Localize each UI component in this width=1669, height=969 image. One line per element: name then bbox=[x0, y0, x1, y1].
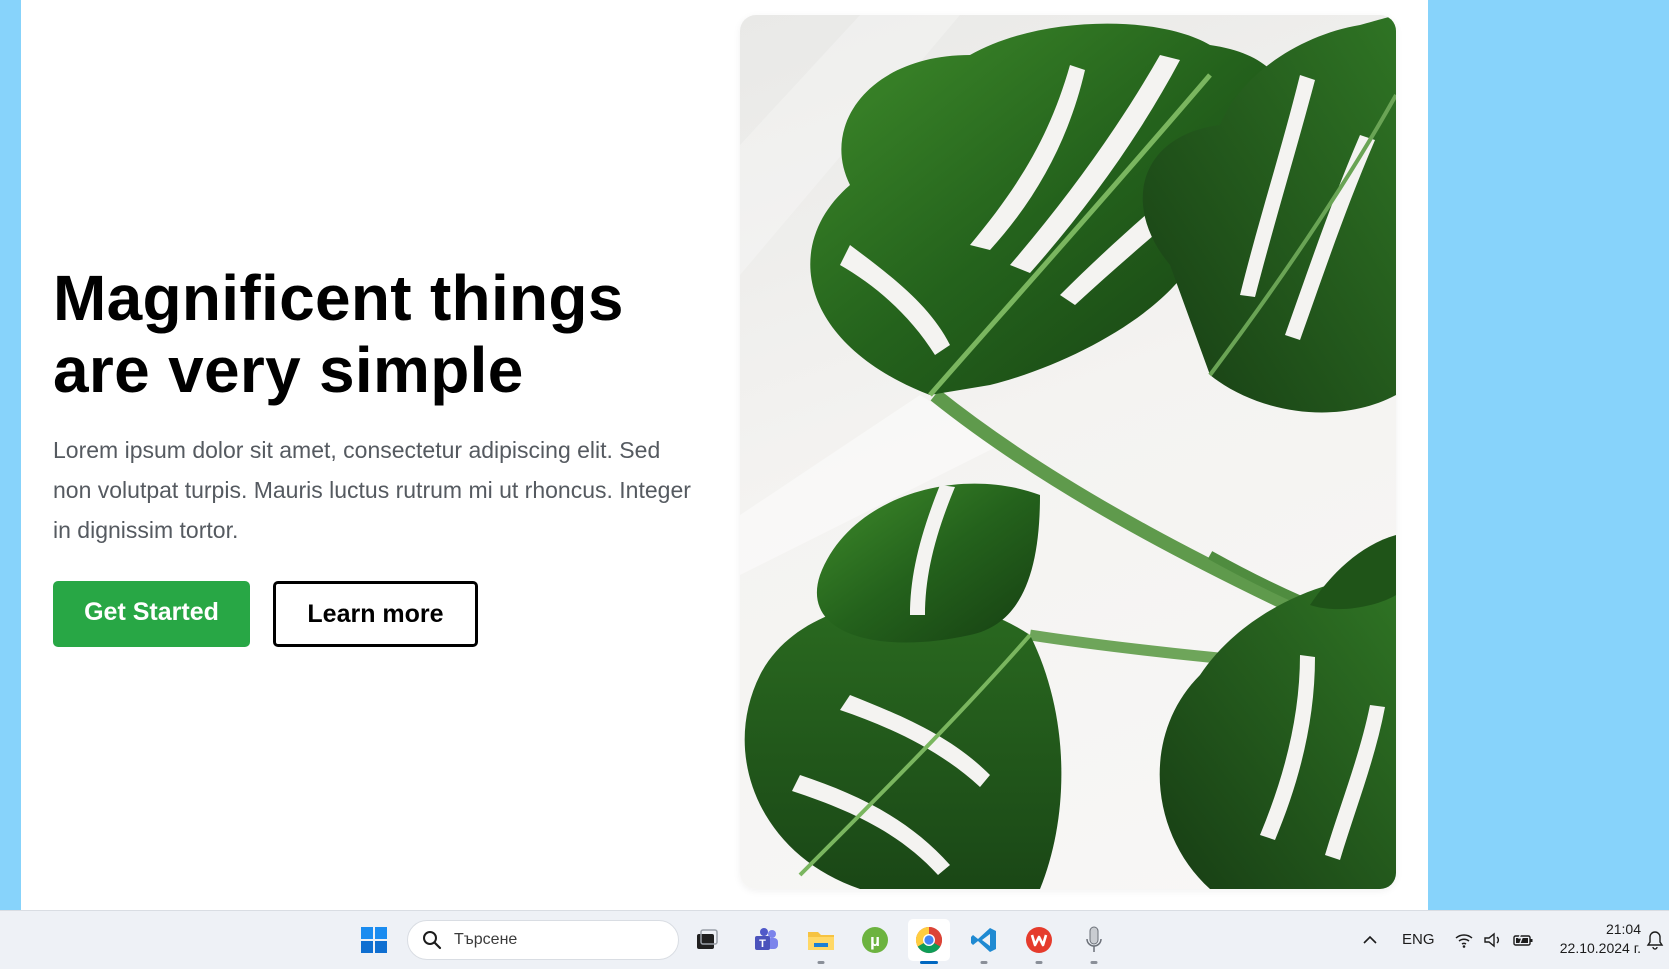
wifi-icon[interactable] bbox=[1453, 929, 1475, 951]
microphone-icon bbox=[1086, 926, 1102, 952]
wps-button[interactable] bbox=[1018, 919, 1060, 964]
vscode-button[interactable] bbox=[963, 919, 1005, 964]
running-indicator bbox=[817, 961, 825, 964]
file-explorer-button[interactable] bbox=[800, 919, 842, 964]
start-button[interactable] bbox=[353, 919, 395, 961]
language-indicator[interactable]: ENG bbox=[1402, 931, 1435, 948]
running-indicator bbox=[980, 961, 988, 964]
hero-title-line-2: are very simple bbox=[53, 334, 524, 406]
running-indicator bbox=[1035, 961, 1043, 964]
clock-date: 22.10.2024 г. bbox=[1559, 940, 1641, 956]
monstera-leaves-illustration bbox=[740, 15, 1396, 889]
svg-text:µ: µ bbox=[870, 931, 880, 950]
wps-icon bbox=[1026, 927, 1052, 953]
windows-taskbar: Търсене T µ ENG 21:04 22.10.2024 г. bbox=[0, 910, 1669, 969]
taskbar-search[interactable]: Търсене bbox=[407, 920, 679, 960]
notification-bell-icon[interactable] bbox=[1644, 929, 1666, 951]
volume-icon[interactable] bbox=[1482, 929, 1504, 951]
chrome-icon bbox=[915, 926, 943, 954]
start-icon bbox=[361, 927, 387, 953]
task-view-icon bbox=[697, 929, 718, 949]
learn-more-button[interactable]: Learn more bbox=[273, 581, 478, 647]
battery-icon[interactable] bbox=[1512, 929, 1534, 951]
system-clock[interactable]: 21:04 22.10.2024 г. bbox=[1560, 920, 1641, 958]
landing-page: Magnificent things are very simple Lorem… bbox=[21, 0, 1428, 910]
search-placeholder: Търсене bbox=[454, 931, 518, 948]
active-indicator bbox=[920, 961, 938, 964]
chrome-button[interactable] bbox=[908, 919, 950, 964]
hero-title-line-1: Magnificent things bbox=[53, 262, 624, 334]
show-hidden-icons-button[interactable] bbox=[1359, 929, 1381, 951]
task-view-button[interactable] bbox=[686, 919, 728, 961]
running-indicator bbox=[1090, 961, 1098, 964]
svg-text:T: T bbox=[759, 938, 766, 950]
teams-button[interactable]: T bbox=[745, 919, 787, 961]
hero-description: Lorem ipsum dolor sit amet, consectetur … bbox=[53, 437, 691, 543]
voice-recorder-button[interactable] bbox=[1073, 919, 1115, 964]
hero-plant-image bbox=[740, 15, 1396, 889]
file-explorer-icon bbox=[808, 932, 834, 950]
hero-title: Magnificent things are very simple bbox=[53, 262, 693, 406]
get-started-button[interactable]: Get Started bbox=[53, 581, 250, 647]
utorrent-icon: µ bbox=[862, 927, 888, 953]
vscode-icon bbox=[971, 928, 996, 952]
utorrent-button[interactable]: µ bbox=[854, 919, 896, 961]
teams-icon: T bbox=[755, 928, 778, 950]
search-icon bbox=[423, 931, 442, 950]
chevron-up-icon bbox=[1363, 935, 1377, 944]
clock-time: 21:04 bbox=[1605, 921, 1641, 937]
